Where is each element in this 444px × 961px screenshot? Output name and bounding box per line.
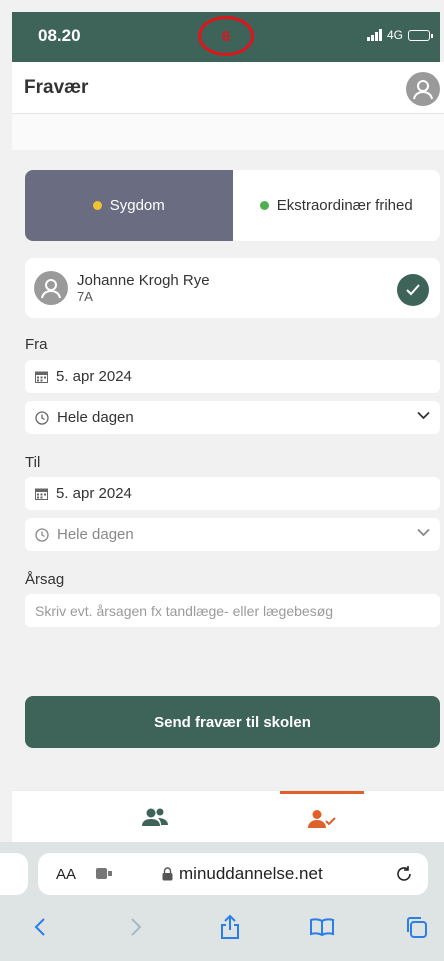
status-bar: 08.20 6 4G [12, 12, 440, 62]
from-label: Fra [25, 336, 48, 353]
notification-badge: 6 [198, 16, 254, 56]
url-text: minuddannelse.net [179, 864, 323, 883]
to-date-value: 5. apr 2024 [56, 485, 132, 502]
app-header: Fravær [12, 62, 444, 114]
green-dot-icon [259, 201, 269, 210]
profile-avatar-icon[interactable] [406, 72, 440, 106]
absence-type-sygdom[interactable]: Sygdom [25, 170, 233, 241]
send-absence-button[interactable]: Send fravær til skolen [25, 696, 440, 748]
bottom-tab-bar [12, 790, 444, 842]
yellow-dot-icon [92, 201, 102, 210]
previous-tab[interactable] [0, 853, 28, 895]
browser-nav-row [0, 906, 444, 946]
to-label: Til [25, 454, 41, 471]
page-title: Fravær [24, 76, 89, 98]
chevron-down-icon [417, 528, 430, 537]
tabs-icon[interactable] [400, 912, 432, 942]
reload-icon[interactable] [394, 864, 414, 884]
network-type: 4G [386, 28, 403, 42]
bookmarks-icon[interactable] [306, 912, 338, 942]
student-avatar-icon [34, 271, 68, 305]
from-date-field[interactable]: 5. apr 2024 [25, 360, 440, 393]
student-name: Johanne Krogh Rye [77, 272, 210, 289]
from-date-value: 5. apr 2024 [56, 368, 132, 385]
status-time: 08.20 [38, 26, 81, 45]
to-time-select[interactable]: Hele dagen [25, 518, 440, 551]
reader-settings-button[interactable]: AA [56, 866, 76, 883]
calendar-icon [35, 488, 48, 500]
group-icon [142, 808, 168, 826]
browser-toolbar: AA minuddannelse.net [0, 842, 444, 961]
absence-type-selector: Sygdom Ekstraordinær frihed [25, 170, 440, 241]
battery-icon [408, 29, 433, 41]
signal-icon [366, 29, 382, 41]
from-time-select[interactable]: Hele dagen [25, 401, 440, 434]
status-indicators: 4G [366, 28, 433, 42]
url-domain: minuddannelse.net [162, 864, 323, 884]
absence-type-ekstraordinaer-frihed[interactable]: Ekstraordinær frihed [233, 170, 441, 241]
to-date-field[interactable]: 5. apr 2024 [25, 477, 440, 510]
from-time-value: Hele dagen [57, 409, 134, 426]
clock-icon [35, 410, 49, 425]
chevron-down-icon [417, 411, 430, 420]
share-icon[interactable] [214, 912, 246, 942]
reason-input[interactable]: Skriv evt. årsagen fx tandlæge- eller læ… [25, 594, 440, 627]
calendar-icon [35, 371, 48, 383]
forward-icon[interactable] [120, 912, 152, 942]
reason-label: Årsag [25, 571, 65, 588]
extension-icon[interactable] [96, 868, 112, 879]
student-card[interactable]: Johanne Krogh Rye 7A [25, 258, 440, 318]
absence-type-label: Sygdom [109, 197, 165, 214]
clock-icon [35, 527, 49, 542]
person-check-icon [308, 809, 336, 828]
reason-placeholder: Skriv evt. årsagen fx tandlæge- eller læ… [35, 602, 334, 619]
tab-group[interactable] [102, 791, 208, 843]
checkmark-icon[interactable] [397, 274, 429, 306]
absence-type-label: Ekstraordinær frihed [276, 197, 413, 214]
tab-absence[interactable] [280, 791, 364, 843]
back-icon[interactable] [24, 912, 56, 942]
header-spacer [12, 114, 444, 150]
to-time-value: Hele dagen [57, 526, 134, 543]
lock-icon [162, 867, 173, 881]
address-bar[interactable]: AA minuddannelse.net [38, 853, 428, 895]
student-class: 7A [77, 289, 93, 304]
